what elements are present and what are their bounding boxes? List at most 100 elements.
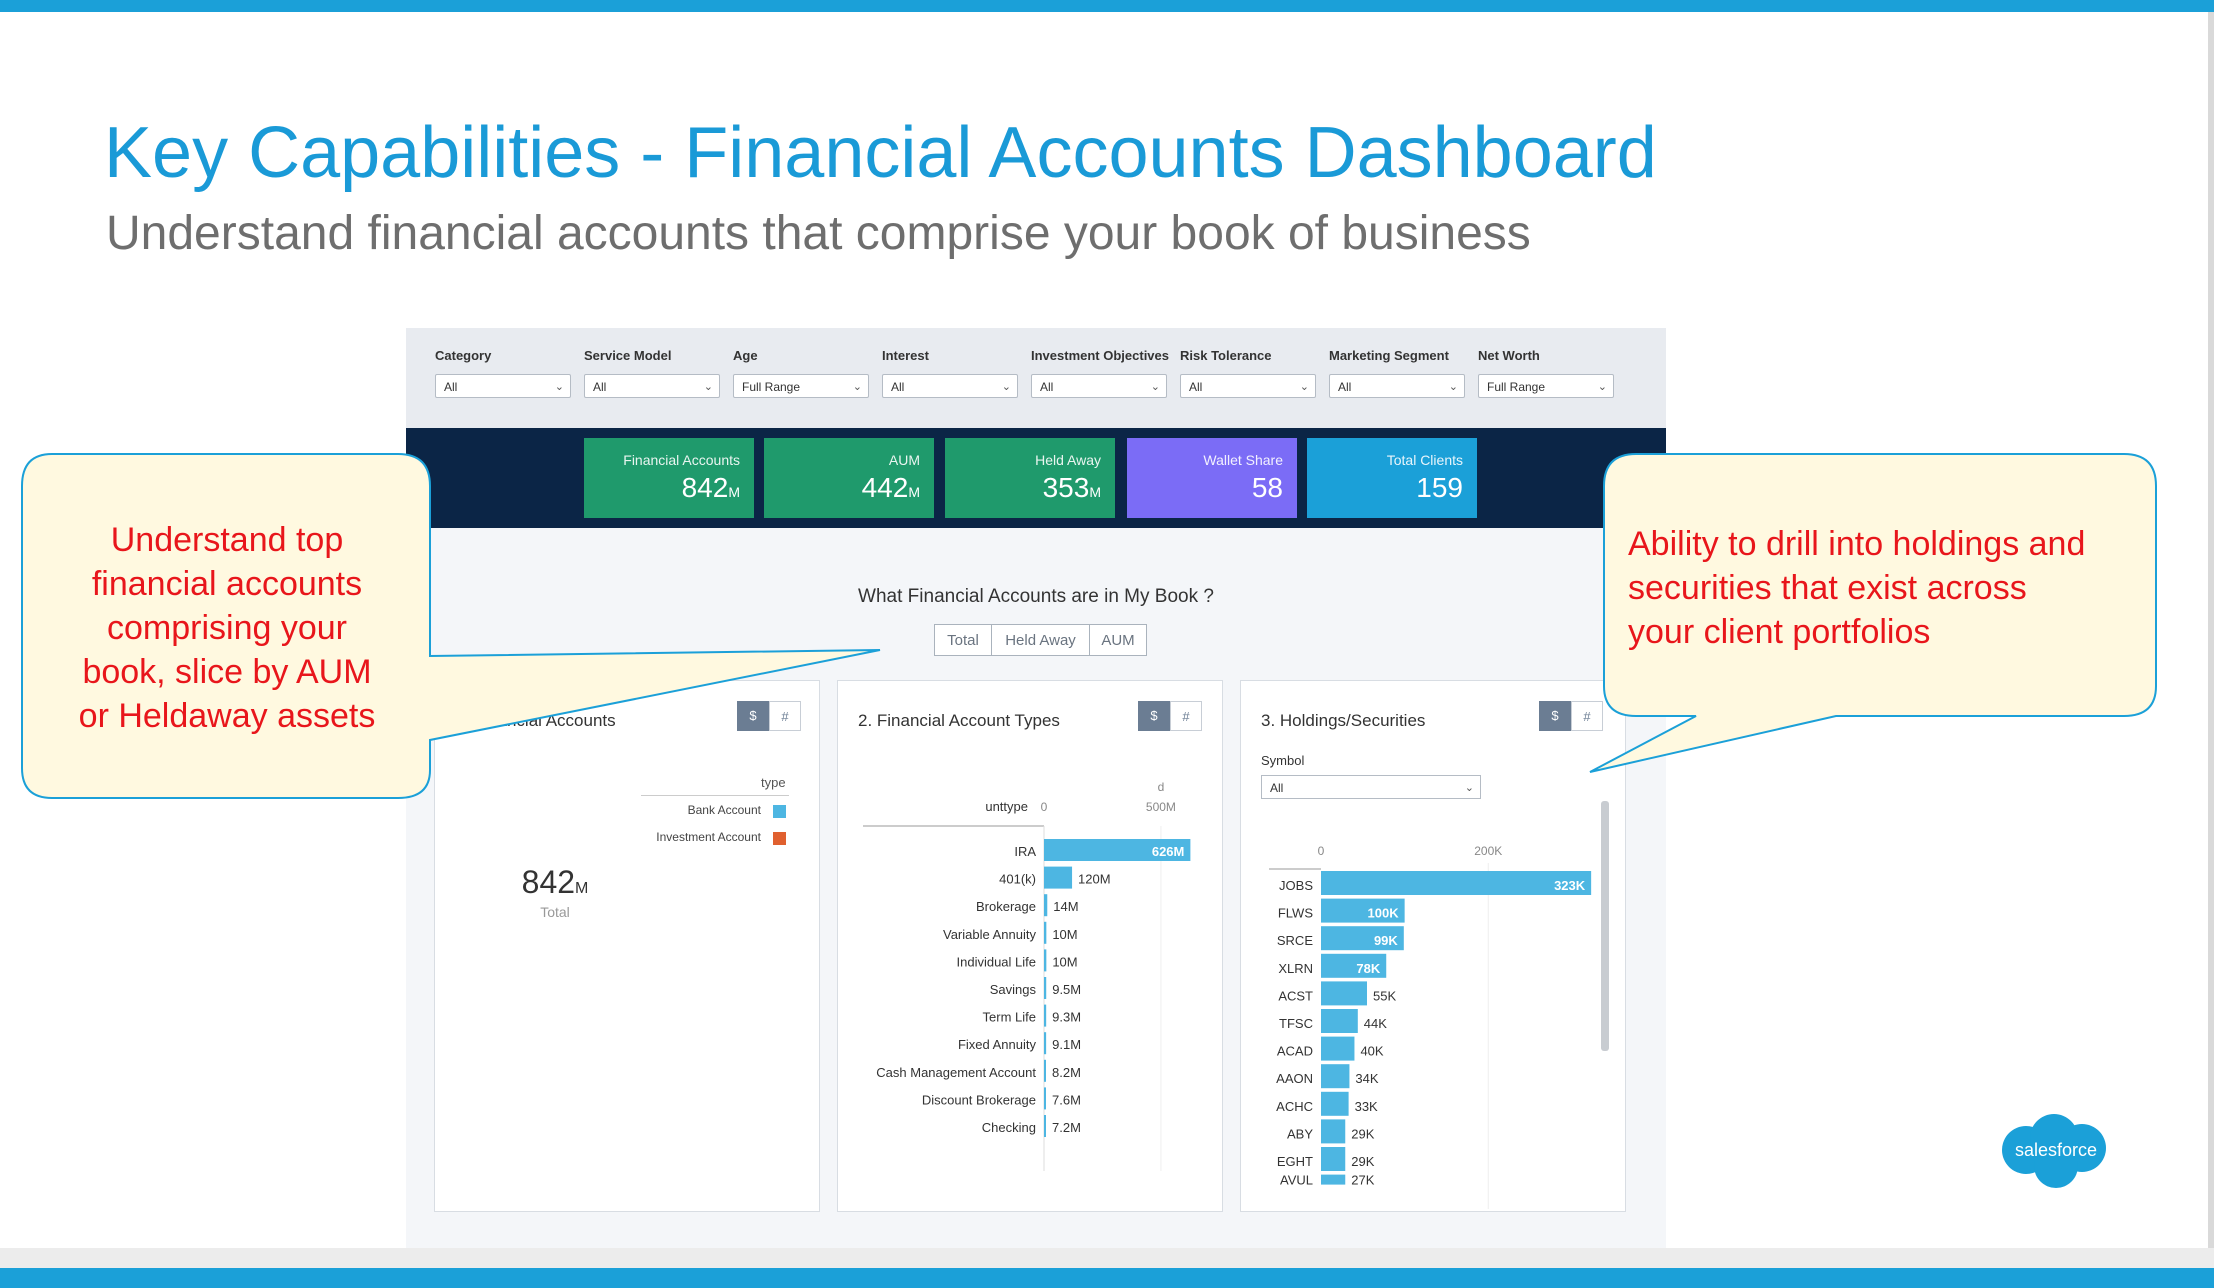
category-label: FLWS [1278, 906, 1313, 921]
chevron-down-icon: ⌄ [1299, 381, 1309, 393]
bar [1044, 1087, 1046, 1110]
data-label: 9.5M [1052, 982, 1081, 997]
toggle-held-away[interactable]: Held Away [991, 624, 1090, 656]
category-label: ACHC [1276, 1099, 1313, 1114]
data-label: 29K [1351, 1126, 1374, 1141]
category-label: Term Life [983, 1010, 1036, 1025]
service-model-select[interactable]: All ⌄ [584, 374, 720, 398]
filter-marketing-segment: Marketing Segment All ⌄ [1329, 348, 1465, 398]
select-value: Full Range [742, 380, 801, 394]
dollar-toggle-button[interactable]: $ [1539, 701, 1571, 731]
category-label: Brokerage [976, 899, 1036, 914]
callout-line: financial accounts [91, 565, 363, 603]
bar [1044, 1004, 1047, 1027]
data-label: 626M [1152, 844, 1185, 859]
data-label: 99K [1374, 933, 1398, 948]
panel-holdings-securities: 3. Holdings/Securities $ # Symbol All ⌄ 0… [1240, 680, 1626, 1212]
category-label: AAON [1276, 1071, 1313, 1086]
callout-line: your client portfolios [1628, 613, 1931, 651]
callout-line: book, slice by AUM [82, 653, 372, 691]
slide-title: Key Capabilities - Financial Accounts Da… [104, 113, 1657, 193]
kpi-aum[interactable]: AUM 442M [764, 438, 934, 518]
panel-title: 1. Financial Accounts [455, 711, 616, 730]
dollar-toggle-button[interactable]: $ [1138, 701, 1170, 731]
chevron-down-icon: ⌄ [1150, 381, 1160, 393]
toggle-total[interactable]: Total [934, 624, 992, 656]
count-toggle-button[interactable]: # [769, 701, 801, 731]
category-label: XLRN [1278, 961, 1313, 976]
data-label: 10M [1052, 954, 1077, 969]
data-label: 120M [1078, 872, 1111, 887]
kpi-unit: M [1089, 484, 1101, 500]
symbol-select[interactable]: All ⌄ [1261, 775, 1481, 799]
select-value: All [444, 380, 458, 394]
axis-title: unttype [985, 799, 1028, 814]
data-label: 323K [1554, 878, 1586, 893]
age-select[interactable]: Full Range ⌄ [733, 374, 869, 398]
filter-investment-objectives: Investment Objectives All ⌄ [1031, 348, 1169, 398]
category-label: AVUL [1280, 1173, 1313, 1188]
count-toggle-button[interactable]: # [1571, 701, 1603, 731]
marketing-segment-select[interactable]: All ⌄ [1329, 374, 1465, 398]
kpi-number: 159 [1416, 472, 1463, 503]
count-toggle-button[interactable]: # [1170, 701, 1202, 731]
bar [1321, 1174, 1346, 1185]
section-title: What Financial Accounts are in My Book ? [858, 586, 1214, 607]
kpi-financial-accounts[interactable]: Financial Accounts 842M [584, 438, 754, 518]
callout-line: securities that exist across [1628, 569, 2027, 607]
kpi-held-away[interactable]: Held Away 353M [945, 438, 1115, 518]
logo-text: salesforce [2015, 1140, 2097, 1160]
callout-line: Ability to drill into holdings and [1628, 525, 2086, 563]
investment-objectives-select[interactable]: All ⌄ [1031, 374, 1167, 398]
toggle-aum[interactable]: AUM [1089, 624, 1147, 656]
category-label: Discount Brokerage [922, 1092, 1036, 1107]
kpi-wallet-share[interactable]: Wallet Share 58 [1127, 438, 1297, 518]
data-label: 34K [1355, 1071, 1378, 1086]
data-label: 78K [1356, 961, 1380, 976]
legend-swatch [773, 832, 786, 845]
select-value: Full Range [1487, 380, 1546, 394]
filter-label: Service Model [584, 348, 672, 363]
kpi-label: AUM [888, 452, 920, 468]
category-label: JOBS [1279, 878, 1313, 893]
filter-label: Risk Tolerance [1180, 348, 1272, 363]
bar [1044, 1032, 1047, 1055]
kpi-number: 353 [1042, 472, 1090, 503]
callout-line: Understand top [110, 521, 344, 559]
symbol-label: Symbol [1261, 753, 1305, 768]
callout-line: comprising your [107, 609, 347, 647]
category-label: Checking [982, 1120, 1036, 1135]
category-label: SRCE [1277, 933, 1313, 948]
category-select[interactable]: All ⌄ [435, 374, 571, 398]
net-worth-select[interactable]: Full Range ⌄ [1478, 374, 1614, 398]
kpi-unit: M [728, 484, 740, 500]
risk-tolerance-select[interactable]: All ⌄ [1180, 374, 1316, 398]
dollar-toggle-button[interactable]: $ [737, 701, 769, 731]
category-label: IRA [1014, 844, 1036, 859]
filter-label: Marketing Segment [1329, 348, 1449, 363]
callout-line: or Heldaway assets [78, 697, 376, 735]
kpi-total-clients[interactable]: Total Clients 159 [1307, 438, 1477, 518]
filter-bar: Category All ⌄ Service Model All ⌄ Age Ful… [406, 328, 1666, 428]
kpi-value: 842M [584, 472, 740, 504]
bar [1321, 1064, 1350, 1089]
kpi-label: Financial Accounts [623, 452, 740, 468]
data-label: 14M [1053, 899, 1078, 914]
bar [1321, 871, 1592, 895]
category-label: Cash Management Account [876, 1065, 1036, 1080]
interest-select[interactable]: All ⌄ [882, 374, 1018, 398]
select-value: All [1338, 380, 1352, 394]
kpi-number: 842 [681, 472, 729, 503]
salesforce-logo: salesforce [2002, 1114, 2106, 1188]
axis-caption: d [1158, 780, 1165, 794]
filter-category: Category All ⌄ [435, 348, 571, 398]
bar [1044, 921, 1047, 944]
category-label: ACST [1278, 988, 1313, 1003]
category-label: ACAD [1277, 1044, 1313, 1059]
filter-interest: Interest All ⌄ [882, 348, 1018, 398]
donut-total-label: Total [540, 904, 570, 920]
tick-label: 200K [1474, 844, 1502, 858]
panel-scrollbar[interactable] [1601, 801, 1609, 1051]
data-label: 9.3M [1052, 1010, 1081, 1025]
tick-label: 500M [1146, 800, 1176, 814]
